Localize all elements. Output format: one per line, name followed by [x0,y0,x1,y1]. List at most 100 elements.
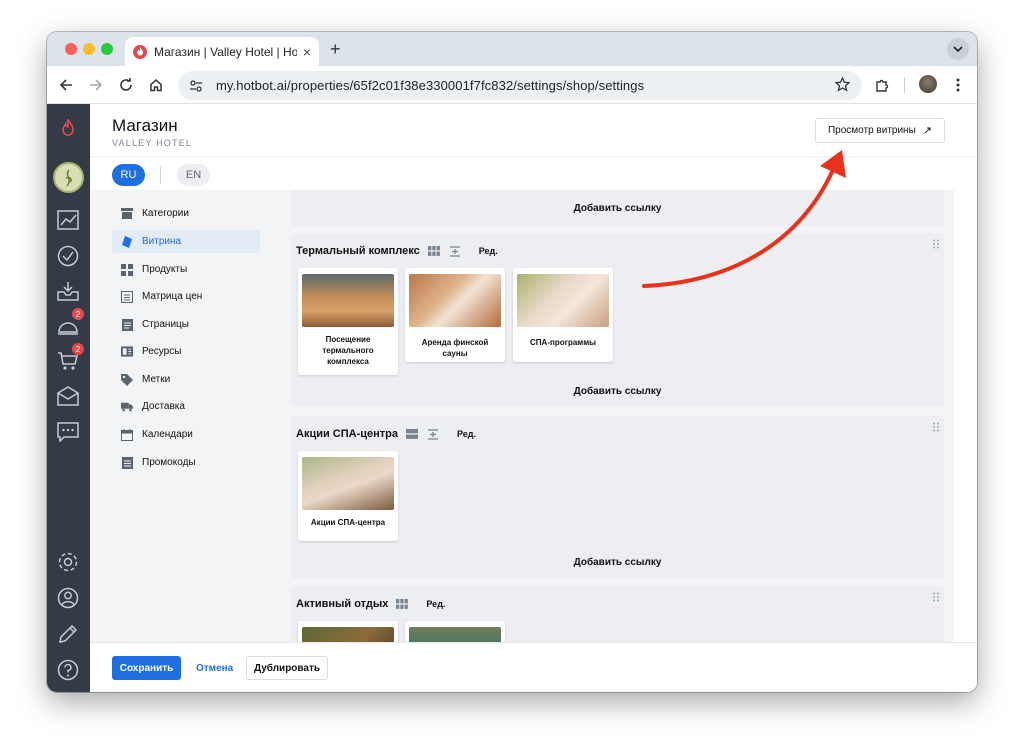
sidebar-item-delivery[interactable]: Доставка [112,395,260,418]
showcase-card[interactable]: Посещение термального комплекса [298,268,398,375]
new-tab-button[interactable]: + [330,39,341,60]
block-title: Термальный комплекс [296,245,420,257]
nav-rail: 2 2 [47,104,90,692]
drag-handle-icon[interactable] [932,592,940,602]
reload-button[interactable] [117,76,135,94]
shop-sidebar: Категории Витрина Продукты Матрица цен С… [90,190,280,642]
align-center-icon[interactable] [427,428,440,440]
back-button[interactable] [57,76,75,94]
maximize-window-button[interactable] [101,43,113,55]
extensions-button[interactable] [873,76,891,94]
showcase-card[interactable]: СПА-программы [513,268,613,362]
profile-avatar[interactable] [919,75,937,93]
add-link-button[interactable]: Добавить ссылку [291,203,944,214]
arrow-right-icon [90,79,103,91]
sidebar-item-products[interactable]: Продукты [112,258,260,281]
block-title-row: Активный отдых Ред. [296,598,445,610]
sidebar-item-showcase[interactable]: Витрина [112,230,260,253]
sidebar-item-label: Календари [142,429,193,440]
showcase-card[interactable]: Аренда финской сауны [405,268,505,362]
puzzle-icon [875,79,888,92]
save-button[interactable]: Сохранить [112,656,181,680]
tab-title: Магазин | Valley Hotel | Hotbot [154,44,297,59]
sidebar-item-label: Витрина [142,236,182,247]
bookmark-star-icon[interactable] [834,76,851,97]
forward-button[interactable] [87,76,105,94]
tab-close-icon[interactable]: × [303,44,311,60]
hotbot-logo-icon[interactable] [56,116,80,140]
calculator-icon [121,290,133,303]
help-icon[interactable] [56,658,80,682]
grid-layout-icon[interactable] [427,246,441,257]
minimize-window-button[interactable] [83,43,95,55]
content-right-gutter [954,190,977,642]
drag-handle-icon[interactable] [932,422,940,432]
preview-storefront-button[interactable]: Просмотр витрины ↗ [815,118,945,143]
showcase-card[interactable] [405,621,505,642]
sidebar-item-price-matrix[interactable]: Матрица цен [112,285,260,308]
bell-service-icon[interactable]: 2 [56,308,84,338]
site-settings-icon[interactable] [188,78,204,94]
address-bar[interactable]: my.hotbot.ai/properties/65f2c01f38e33000… [178,71,862,100]
tab-search-button[interactable] [947,38,969,60]
close-window-button[interactable] [65,43,77,55]
drag-handle-icon[interactable] [932,239,940,249]
cart-icon[interactable]: 2 [56,343,84,373]
page-subtitle: VALLEY HOTEL [112,138,193,148]
sidebar-item-label: Ресурсы [142,346,182,357]
sidebar-item-categories[interactable]: Категории [112,202,260,225]
mail-icon[interactable] [56,384,80,408]
inbox-icon[interactable] [56,279,80,303]
showcase-card[interactable] [298,621,398,642]
user-profile-icon[interactable] [56,586,80,610]
sidebar-item-resources[interactable]: Ресурсы [112,340,260,363]
sidebar-item-calendars[interactable]: Календари [112,423,260,446]
sidebar-item-labels[interactable]: Метки [112,368,260,391]
sidebar-item-pages[interactable]: Страницы [112,313,260,336]
property-logo-icon [65,169,72,186]
showcase-content: Добавить ссылку Термальный комплекс Ред.… [280,190,977,642]
edit-block-button[interactable]: Ред. [479,246,498,256]
settings-gear-icon[interactable] [56,550,80,574]
showcase-card[interactable]: Акции СПА-центра [298,451,398,541]
duplicate-button[interactable]: Дублировать [246,656,328,680]
align-center-icon[interactable] [449,245,462,257]
analytics-icon[interactable] [56,208,80,232]
lang-en-button[interactable]: EN [177,164,210,186]
chevron-down-icon [953,46,963,52]
block-title: Активный отдых [296,598,389,610]
pencil-icon[interactable] [56,622,80,646]
external-link-icon: ↗ [922,125,932,137]
rows-layout-icon[interactable] [406,429,419,440]
url-text: my.hotbot.ai/properties/65f2c01f38e33000… [216,78,645,93]
card-label: СПА-программы [530,338,596,347]
edit-block-button[interactable]: Ред. [426,599,445,609]
cart-badge: 2 [72,343,84,355]
grid-layout-icon[interactable] [396,599,409,610]
browser-menu-button[interactable] [949,76,967,94]
active-rest-image-2 [409,627,501,642]
lang-ru-button[interactable]: RU [112,164,145,186]
browser-toolbar: my.hotbot.ai/properties/65f2c01f38e33000… [47,66,977,104]
kebab-menu-icon [956,78,960,92]
block-title-row: Термальный комплекс Ред. [296,245,498,257]
showcase-block-partial: Добавить ссылку [291,190,944,226]
promo-icon [121,456,133,469]
sidebar-item-promocodes[interactable]: Промокоды [112,451,260,474]
finnish-sauna-image [409,274,501,327]
resources-icon [121,346,133,358]
tasks-icon[interactable] [56,244,80,268]
edit-block-button[interactable]: Ред. [457,429,476,439]
home-button[interactable] [147,76,165,94]
bell-badge: 2 [72,308,84,320]
add-link-button[interactable]: Добавить ссылку [291,557,944,568]
browser-tab[interactable]: Магазин | Valley Hotel | Hotbot × [125,37,319,66]
thermal-complex-image [302,274,394,327]
chat-icon[interactable] [56,420,80,444]
add-link-button[interactable]: Добавить ссылку [291,386,944,397]
cancel-button[interactable]: Отмена [196,656,233,680]
action-footer: Сохранить Отмена Дублировать [90,642,977,692]
arrow-left-icon [59,79,72,91]
truck-icon [121,401,133,413]
property-avatar[interactable] [53,162,84,193]
